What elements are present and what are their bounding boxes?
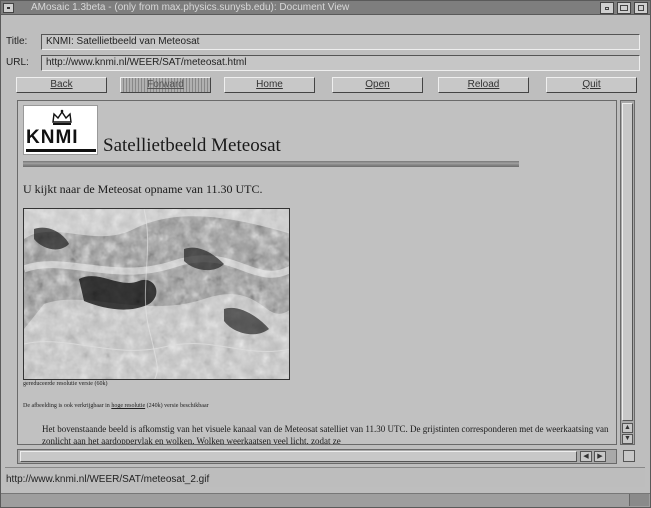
high-resolution-link[interactable]: hoge resolutie bbox=[111, 403, 145, 409]
forward-button[interactable]: Forward bbox=[120, 77, 211, 93]
scroll-right-icon[interactable]: ▶ bbox=[594, 451, 606, 462]
reload-button[interactable]: Reload bbox=[438, 77, 529, 93]
scroll-left-icon[interactable]: ◀ bbox=[580, 451, 592, 462]
quit-button[interactable]: Quit bbox=[546, 77, 637, 93]
scrollbar-corner bbox=[623, 450, 635, 462]
window-title: AMosaic 1.3beta - (only from max.physics… bbox=[31, 2, 350, 13]
vertical-scroll-thumb[interactable] bbox=[622, 103, 633, 421]
satellite-picture bbox=[24, 209, 289, 379]
resolution-note: De afbeelding is ook verkrijgbaar in hog… bbox=[23, 403, 209, 409]
crown-icon bbox=[52, 109, 72, 125]
document-title-field: KNMI: Satellietbeeld van Meteosat bbox=[41, 34, 640, 50]
scroll-up-icon[interactable]: ▲ bbox=[622, 423, 633, 433]
navigation-toolbar: Back Forward Home Open Reload Quit bbox=[16, 77, 641, 93]
window-menu-icon[interactable] bbox=[3, 3, 14, 13]
knmi-logo-text: KNMI bbox=[26, 127, 79, 148]
horizontal-scrollbar[interactable]: ◀ ▶ bbox=[17, 449, 617, 464]
scroll-down-icon[interactable]: ▼ bbox=[622, 434, 633, 444]
resize-grip[interactable] bbox=[629, 494, 649, 506]
intro-text: U kijkt naar de Meteosat opname van 11.3… bbox=[23, 182, 263, 196]
note-prefix: De afbeelding is ook verkrijgbaar in bbox=[23, 403, 112, 409]
logo-underline bbox=[26, 149, 96, 152]
horizontal-scroll-thumb[interactable] bbox=[20, 451, 577, 462]
document-view[interactable]: KNMI Satellietbeeld Meteosat U kijkt naa… bbox=[17, 100, 617, 445]
status-bar: http://www.knmi.nl/WEER/SAT/meteosat_2.g… bbox=[5, 467, 645, 487]
home-button[interactable]: Home bbox=[224, 77, 315, 93]
url-label: URL: bbox=[6, 57, 29, 68]
title-field-row: Title: KNMI: Satellietbeeld van Meteosat bbox=[1, 33, 650, 51]
minimize-icon[interactable] bbox=[600, 2, 614, 14]
title-bar[interactable]: AMosaic 1.3beta - (only from max.physics… bbox=[1, 1, 650, 15]
window-bottom-border bbox=[1, 493, 650, 507]
horizontal-rule bbox=[23, 161, 519, 167]
close-icon[interactable] bbox=[634, 2, 648, 14]
vertical-scrollbar[interactable]: ▲ ▼ bbox=[620, 100, 635, 445]
browser-window: AMosaic 1.3beta - (only from max.physics… bbox=[0, 0, 651, 508]
open-button[interactable]: Open bbox=[332, 77, 423, 93]
knmi-logo: KNMI bbox=[23, 105, 98, 155]
image-caption: gereduceerde resolutie versie (60k) bbox=[23, 381, 108, 387]
description-paragraph: Het bovenstaande beeld is afkomstig van … bbox=[42, 424, 609, 445]
page-title: Satellietbeeld Meteosat bbox=[103, 135, 281, 156]
note-suffix: (240k) versie beschikbaar bbox=[145, 403, 209, 409]
url-field-row: URL: http://www.knmi.nl/WEER/SAT/meteosa… bbox=[1, 54, 650, 72]
url-input[interactable]: http://www.knmi.nl/WEER/SAT/meteosat.htm… bbox=[41, 55, 640, 71]
title-label: Title: bbox=[6, 36, 28, 47]
maximize-icon[interactable] bbox=[617, 2, 631, 14]
meteosat-image[interactable] bbox=[23, 208, 290, 380]
back-button[interactable]: Back bbox=[16, 77, 107, 93]
status-text: http://www.knmi.nl/WEER/SAT/meteosat_2.g… bbox=[6, 474, 210, 485]
